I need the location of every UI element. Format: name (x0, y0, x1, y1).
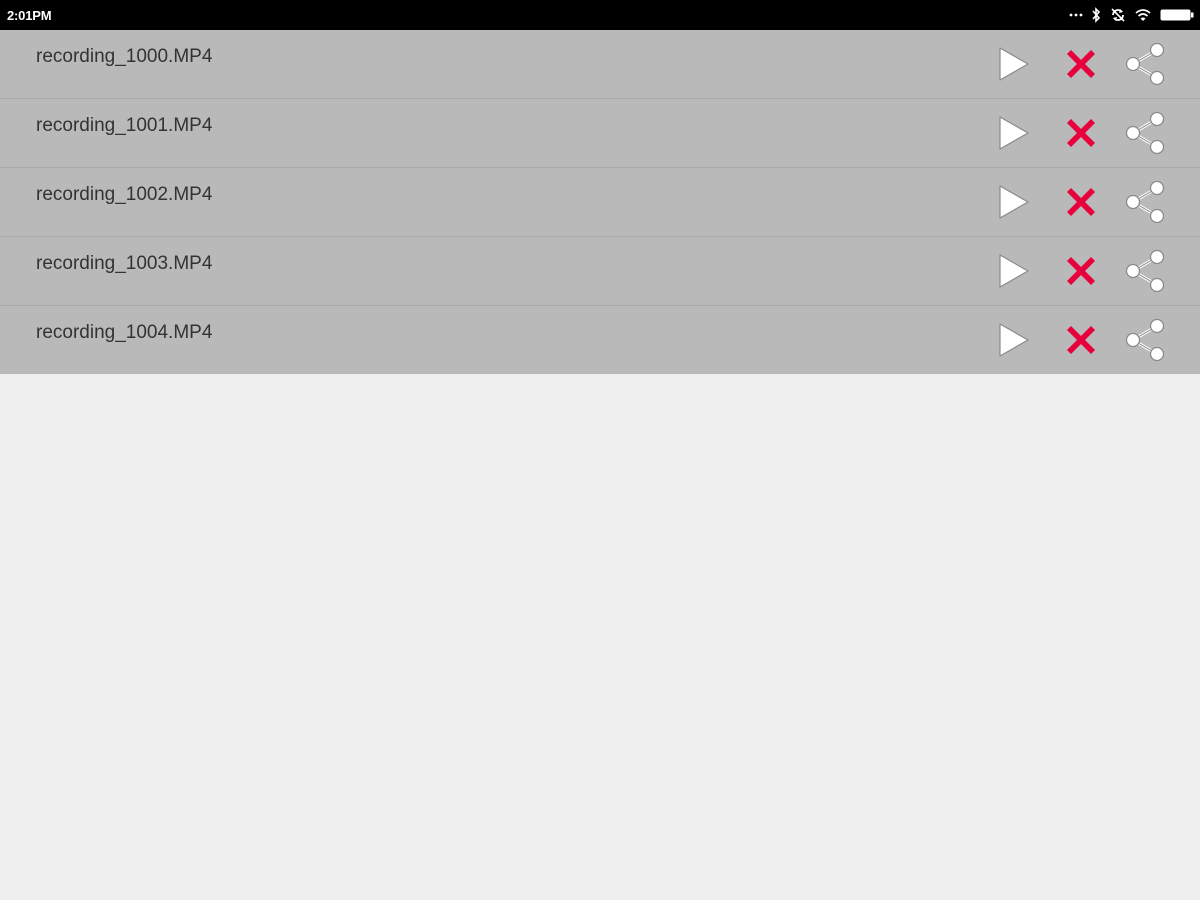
share-icon (1125, 42, 1165, 86)
status-icons (1069, 6, 1194, 24)
delete-icon (1067, 50, 1095, 78)
share-icon (1125, 318, 1165, 362)
play-icon (999, 323, 1029, 357)
play-button[interactable] (989, 109, 1037, 157)
bluetooth-icon (1092, 7, 1101, 23)
play-button[interactable] (989, 178, 1037, 226)
play-icon (999, 47, 1029, 81)
recording-name[interactable]: recording_1003.MP4 (36, 253, 212, 275)
sync-icon (1110, 7, 1126, 23)
play-button[interactable] (989, 316, 1037, 364)
play-button[interactable] (989, 247, 1037, 295)
share-button[interactable] (1122, 316, 1170, 364)
play-icon (999, 254, 1029, 288)
status-time: 2:01PM (7, 8, 52, 23)
play-icon (999, 185, 1029, 219)
delete-icon (1067, 326, 1095, 354)
share-button[interactable] (1122, 40, 1170, 88)
recording-row[interactable]: recording_1004.MP4 (0, 306, 1200, 374)
more-dots-icon (1069, 12, 1083, 18)
share-button[interactable] (1122, 247, 1170, 295)
delete-button[interactable] (1057, 40, 1105, 88)
recording-name[interactable]: recording_1004.MP4 (36, 322, 212, 344)
recording-row[interactable]: recording_1003.MP4 (0, 237, 1200, 306)
delete-icon (1067, 119, 1095, 147)
recording-row[interactable]: recording_1001.MP4 (0, 99, 1200, 168)
delete-button[interactable] (1057, 178, 1105, 226)
share-button[interactable] (1122, 178, 1170, 226)
recordings-list: recording_1000.MP4 recording_1001.MP4 re… (0, 30, 1200, 374)
delete-icon (1067, 188, 1095, 216)
status-bar: 2:01PM (0, 0, 1200, 30)
delete-button[interactable] (1057, 109, 1105, 157)
recording-name[interactable]: recording_1002.MP4 (36, 184, 212, 206)
battery-icon (1160, 9, 1194, 21)
recording-row[interactable]: recording_1002.MP4 (0, 168, 1200, 237)
delete-button[interactable] (1057, 316, 1105, 364)
share-icon (1125, 111, 1165, 155)
wifi-icon (1135, 8, 1151, 22)
share-button[interactable] (1122, 109, 1170, 157)
delete-button[interactable] (1057, 247, 1105, 295)
recording-row[interactable]: recording_1000.MP4 (0, 30, 1200, 99)
recording-name[interactable]: recording_1001.MP4 (36, 115, 212, 137)
share-icon (1125, 249, 1165, 293)
delete-icon (1067, 257, 1095, 285)
share-icon (1125, 180, 1165, 224)
recording-name[interactable]: recording_1000.MP4 (36, 46, 212, 68)
play-icon (999, 116, 1029, 150)
play-button[interactable] (989, 40, 1037, 88)
